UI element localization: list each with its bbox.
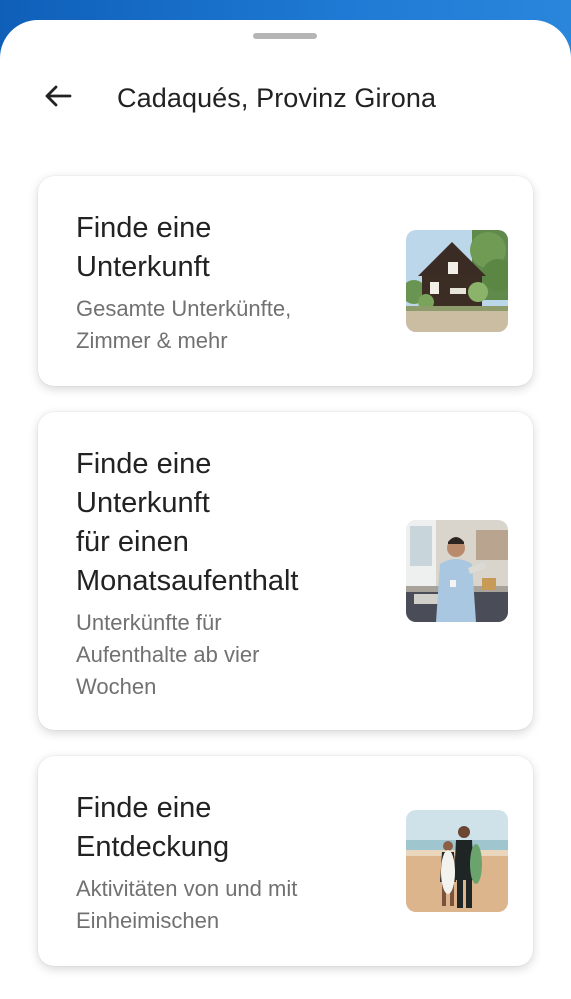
- card-text: Finde eine Unterkunft für einen Monatsau…: [76, 445, 366, 703]
- card-subtitle: Aktivitäten von und mit Einheimischen: [76, 873, 366, 937]
- card-title-line: Monatsaufenthalt: [76, 565, 299, 597]
- card-title: Finde eine Entdeckung: [76, 789, 366, 867]
- surfers-beach-photo: [406, 810, 508, 912]
- card-subtitle: Gesamte Unterkünfte, Zimmer & mehr: [76, 293, 366, 357]
- card-subtitle-line: Einheimischen: [76, 908, 220, 933]
- card-subtitle-line: Gesamte Unterkünfte,: [76, 296, 292, 321]
- card-find-monthly-stay[interactable]: Finde eine Unterkunft für einen Monatsau…: [38, 412, 533, 730]
- card-subtitle-line: Zimmer & mehr: [76, 328, 228, 353]
- card-title-line: Unterkunft: [76, 487, 210, 519]
- card-text: Finde eine Entdeckung Aktivitäten von un…: [76, 789, 366, 937]
- card-title-line: für einen: [76, 526, 189, 558]
- card-text: Finde eine Unterkunft Gesamte Unterkünft…: [76, 209, 366, 357]
- back-button[interactable]: [36, 76, 80, 120]
- card-title: Finde eine Unterkunft: [76, 209, 366, 287]
- card-title-line: Entdeckung: [76, 831, 230, 863]
- card-find-accommodation[interactable]: Finde eine Unterkunft Gesamte Unterkünft…: [38, 176, 533, 386]
- arrow-left-icon: [44, 84, 72, 113]
- card-subtitle-line: Unterkünfte für: [76, 610, 222, 635]
- house-photo: [406, 230, 508, 332]
- card-subtitle-line: Aufenthalte ab vier: [76, 642, 260, 667]
- card-title-line: Finde eine: [76, 792, 212, 824]
- card-find-experience[interactable]: Finde eine Entdeckung Aktivitäten von un…: [38, 756, 533, 966]
- card-subtitle: Unterkünfte für Aufenthalte ab vier Woch…: [76, 607, 366, 703]
- card-title: Finde eine Unterkunft für einen Monatsau…: [76, 445, 366, 601]
- card-subtitle-line: Wochen: [76, 674, 157, 699]
- kitchen-man-photo: [406, 520, 508, 622]
- card-title-line: Finde eine: [76, 212, 212, 244]
- card-title-line: Finde eine: [76, 448, 212, 480]
- bottom-sheet: Cadaqués, Provinz Girona Finde eine Unte…: [0, 20, 571, 999]
- page-title: Cadaqués, Provinz Girona: [117, 83, 437, 113]
- card-title-line: Unterkunft: [76, 251, 210, 283]
- card-subtitle-line: Aktivitäten von und mit: [76, 876, 298, 901]
- sheet-drag-handle[interactable]: [253, 33, 317, 39]
